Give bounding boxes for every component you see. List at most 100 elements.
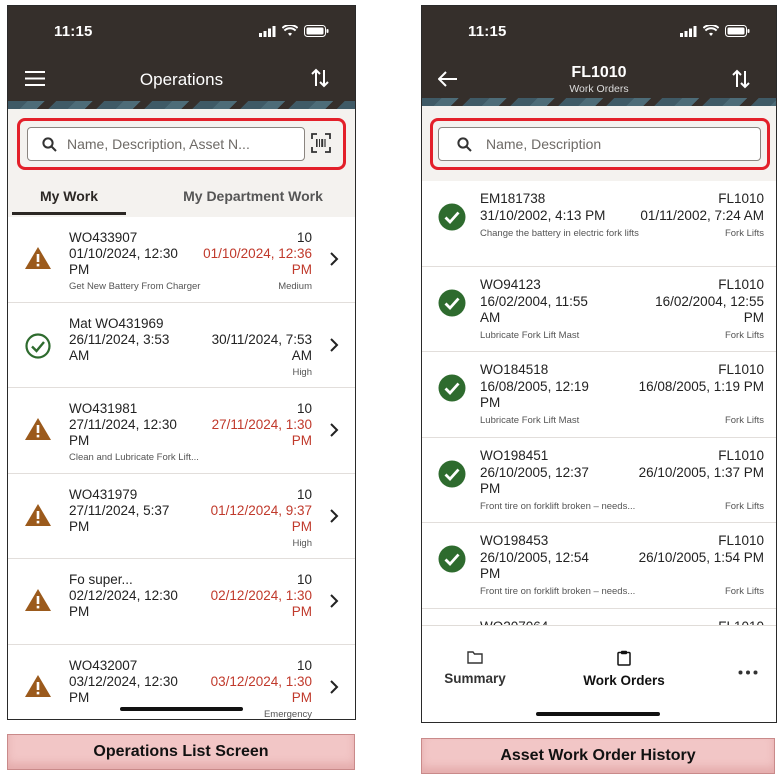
chevron-right-icon [330, 337, 339, 352]
asset-code: FL1010 [718, 276, 764, 292]
start-date: 03/12/2024, 12:30 [69, 673, 178, 689]
home-indicator [536, 712, 660, 716]
work-order-number: WO433907 [69, 230, 138, 245]
nav-work-orders-label: Work Orders [583, 673, 665, 688]
due-date-meridiem: PM [291, 689, 312, 705]
work-order-number: WO431979 [69, 486, 138, 502]
start-date-meridiem: PM [480, 480, 501, 496]
asset-code: FL1010 [718, 447, 764, 463]
work-order-number: WO94123 [480, 276, 541, 292]
table-row[interactable]: WO433907 01/10/2024, 12:30 PM 10 01/10/2024,… [8, 217, 355, 303]
asset-category: Fork Lifts [724, 500, 764, 512]
chevron-right-icon [330, 594, 339, 608]
asset-history-phone: 11:15 FL1010 Work Orders Name, Descripti… [421, 5, 777, 723]
operations-list-phone: 11:15 Operations Name, Description, Asse… [7, 5, 356, 720]
start-date: 26/10/2005, 12:37 [480, 464, 589, 480]
more-options-icon[interactable] [738, 670, 758, 675]
end-date: 16/08/2005, 1:19 PM [638, 379, 764, 394]
due-date: 27/11/2024, 1:30 [211, 417, 312, 432]
chevron-right-icon [330, 679, 339, 694]
nav-work-orders[interactable]: Work Orders [574, 650, 674, 688]
list-item[interactable]: EM181738 FL1010 31/10/2002, 4:13 PM 01/11/2… [422, 181, 776, 267]
completed-check-icon [438, 203, 466, 231]
work-order-description: Lubricate Fork Lift Mast [480, 329, 580, 341]
due-date: 01/10/2024, 12:36 [203, 246, 312, 261]
asset-category: Fork Lifts [724, 586, 764, 597]
start-date-meridiem: PM [69, 689, 90, 705]
start-date: 26/10/2005, 12:54 [480, 550, 589, 565]
table-row[interactable]: WO431981 27/11/2024, 12:30 PM 10 27/11/2024,… [8, 388, 355, 474]
list-item[interactable]: WO184518 FL1010 16/08/2005, 12:19 16/08/200… [422, 352, 776, 438]
work-order-number: WO184518 [480, 362, 549, 377]
end-date: 26/10/2005, 1:37 PM [638, 464, 764, 480]
status-complete-icon [25, 332, 51, 359]
work-order-number: WO431981 [69, 401, 138, 416]
start-date-meridiem: PM [69, 433, 90, 448]
search-highlight: Name, Description [430, 118, 770, 170]
completed-check-icon [438, 374, 466, 402]
list-item[interactable]: WO94123 FL1010 16/02/2004, 11:55 16/02/2004… [422, 266, 776, 352]
app-header: 11:15 FL1010 Work Orders [422, 6, 776, 106]
priority: High [292, 537, 312, 549]
work-order-description: Change the battery in electric fork lift… [480, 228, 639, 239]
sort-icon[interactable] [732, 69, 750, 89]
work-order-description: Front tire on forklift broken – needs... [480, 586, 636, 597]
work-order-description: Get New Battery From Charger [69, 281, 201, 292]
priority: Emergency [263, 708, 312, 720]
status-warning-icon [25, 247, 51, 269]
status-warning-icon [25, 418, 51, 440]
work-order-number: Fo super... [69, 572, 133, 587]
status-warning-icon [25, 589, 51, 611]
start-date-meridiem: PM [69, 604, 90, 619]
search-input[interactable]: Name, Description, Asset N... [27, 127, 305, 161]
priority: High [292, 366, 312, 378]
work-order-description: Front tire on forklift broken – needs... [480, 500, 636, 512]
signal-icon [259, 25, 276, 37]
start-date: 27/11/2024, 12:30 [69, 417, 177, 432]
clipboard-icon [617, 650, 631, 666]
search-icon [457, 136, 472, 152]
asset-category: Fork Lifts [724, 415, 764, 426]
quantity: 10 [296, 230, 312, 245]
start-date-meridiem: PM [69, 262, 90, 277]
bottom-nav: Summary Work Orders [422, 625, 776, 722]
work-order-description: Clean and Lubricate Fork Lift... [69, 452, 199, 463]
end-date: 26/10/2005, 1:54 PM [638, 550, 764, 565]
start-date: 26/11/2024, 3:53 [69, 331, 170, 347]
search-highlight: Name, Description, Asset N... [17, 118, 346, 170]
status-warning-icon [25, 503, 51, 526]
quantity: 10 [296, 657, 312, 673]
home-indicator [120, 707, 243, 711]
list-item[interactable]: WO207064FL101007/12/2005, 10:17 AM07/12/… [422, 608, 776, 625]
asset-code: FL1010 [718, 191, 764, 206]
start-date-meridiem: AM [69, 347, 90, 363]
asset-category: Fork Lifts [724, 329, 764, 341]
list-item[interactable]: WO198451 FL1010 26/10/2005, 12:37 26/10/200… [422, 437, 776, 523]
tab-my-department-work[interactable]: My Department Work [168, 177, 338, 215]
battery-icon [725, 25, 750, 37]
start-date: 27/11/2024, 5:37 [69, 502, 170, 518]
header-pattern [422, 98, 776, 106]
work-order-number: WO432007 [69, 657, 138, 673]
start-date: 02/12/2024, 12:30 [69, 588, 178, 603]
quantity: 10 [296, 572, 312, 587]
page-title: Operations [139, 70, 224, 89]
completed-check-icon [438, 289, 466, 316]
table-row[interactable]: Fo super... 02/12/2024, 12:30 PM 10 02/12/20… [8, 559, 355, 645]
due-date-meridiem: PM [291, 262, 312, 277]
table-row[interactable]: WO431979 27/11/2024, 5:37 PM 10 01/12/2024, … [8, 473, 355, 559]
table-row[interactable]: Mat WO431969 26/11/2024, 3:53 AM 30/11/2024… [8, 302, 355, 388]
work-order-number: EM181738 [480, 191, 546, 206]
tab-my-work[interactable]: My Work [12, 177, 126, 215]
nav-summary[interactable]: Summary [438, 650, 512, 686]
list-item[interactable]: WO198453 FL1010 26/10/2005, 12:54 26/10/200… [422, 523, 776, 609]
search-input[interactable]: Name, Description [438, 127, 761, 161]
caption-operations-list: Operations List Screen [7, 734, 355, 770]
app-header: 11:15 Operations [8, 6, 355, 109]
sort-icon[interactable] [311, 68, 329, 88]
end-date: 01/11/2002, 7:24 AM [640, 208, 764, 223]
barcode-scan-icon[interactable] [311, 133, 331, 153]
work-order-history-list: EM181738 FL1010 31/10/2002, 4:13 PM 01/11/2… [422, 181, 776, 625]
start-date-meridiem: PM [69, 518, 90, 534]
start-date: 16/02/2004, 11:55 [480, 293, 588, 309]
